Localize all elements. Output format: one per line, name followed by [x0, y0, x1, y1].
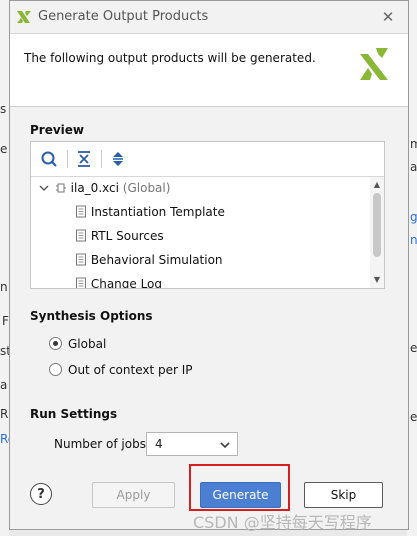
- jobs-label: Number of jobs:: [54, 437, 150, 451]
- chevron-down-icon: [220, 442, 230, 449]
- background-app-left-edge: [0, 0, 9, 536]
- bg-fragment: m: [410, 137, 417, 151]
- dialog-header: The following output products will be ge…: [10, 33, 408, 107]
- tree-item-label: Instantiation Template: [90, 205, 225, 219]
- jobs-dropdown[interactable]: 4: [146, 432, 238, 456]
- toolbar-separator: [67, 150, 68, 168]
- tree-item[interactable]: RTL Sources: [75, 225, 164, 247]
- scroll-down-icon[interactable]: ▼: [372, 275, 382, 285]
- bg-fragment: F: [2, 314, 9, 328]
- bg-fragment: a: [0, 378, 8, 392]
- radio-button-selected[interactable]: [49, 337, 62, 350]
- preview-heading: Preview: [30, 123, 85, 137]
- synthesis-options-heading: Synthesis Options: [30, 309, 153, 323]
- tree-root-ila-0[interactable]: ila_0.xci (Global): [39, 177, 170, 199]
- file-icon: [76, 205, 86, 218]
- preview-tree: ila_0.xci (Global) Instantiation Templat…: [31, 177, 370, 288]
- radio-out-of-context[interactable]: Out of context per IP: [49, 361, 193, 379]
- tree-root-scope: (Global): [122, 181, 171, 195]
- bg-fragment: g: [410, 210, 417, 224]
- bg-fragment: n: [0, 280, 8, 294]
- dialog-title: Generate Output Products: [38, 9, 209, 24]
- tree-item-label: Behavioral Simulation: [90, 253, 223, 267]
- jobs-value: 4: [155, 437, 163, 451]
- bg-fragment: a: [410, 160, 417, 174]
- file-icon: [76, 277, 86, 288]
- watermark-text: CSDN @坚持每天写程序: [193, 513, 372, 532]
- file-icon: [76, 253, 86, 266]
- tree-item-label: RTL Sources: [90, 229, 164, 243]
- run-settings-heading: Run Settings: [30, 407, 118, 421]
- tree-item[interactable]: Behavioral Simulation: [75, 249, 223, 271]
- bg-fragment: e: [410, 341, 417, 355]
- toolbar-separator: [101, 150, 102, 168]
- description-text: The following output products will be ge…: [24, 51, 316, 65]
- help-button[interactable]: ?: [30, 483, 52, 505]
- bg-fragment: s: [0, 102, 7, 116]
- tree-item[interactable]: Change Log: [75, 273, 162, 288]
- tree-item[interactable]: Instantiation Template: [75, 201, 225, 223]
- tree-root-label: ila_0.xci: [70, 181, 119, 195]
- radio-global[interactable]: Global: [49, 335, 106, 353]
- bg-fragment: n: [410, 233, 417, 247]
- preview-scrollbar[interactable]: ▲ ▼: [370, 177, 384, 288]
- collapse-all-icon[interactable]: [73, 149, 95, 169]
- preview-toolbar: [31, 142, 384, 177]
- bg-fragment: R: [0, 407, 9, 421]
- radio-button[interactable]: [49, 363, 62, 376]
- generate-button[interactable]: Generate: [200, 482, 281, 508]
- file-icon: [76, 229, 86, 242]
- vivado-logo-icon: [360, 48, 388, 80]
- apply-button[interactable]: Apply: [92, 482, 175, 508]
- chevron-down-icon[interactable]: [39, 183, 49, 193]
- ip-core-icon: [55, 183, 66, 193]
- radio-label-global: Global: [68, 337, 107, 351]
- generate-output-products-dialog: Generate Output Products ✕ The following…: [9, 0, 409, 532]
- bg-fragment: e: [0, 142, 8, 156]
- vivado-logo-icon: [17, 11, 31, 23]
- search-icon[interactable]: [39, 149, 61, 169]
- skip-button[interactable]: Skip: [304, 482, 383, 508]
- bg-fragment: e: [410, 410, 417, 424]
- radio-label-out-of-context: Out of context per IP: [68, 363, 193, 377]
- tree-item-label: Change Log: [90, 277, 163, 288]
- scroll-up-icon[interactable]: ▲: [372, 180, 382, 190]
- dialog-titlebar[interactable]: Generate Output Products ✕: [10, 1, 408, 33]
- expand-all-icon[interactable]: [107, 149, 129, 169]
- scrollbar-thumb[interactable]: [373, 193, 381, 257]
- preview-panel: ila_0.xci (Global) Instantiation Templat…: [30, 141, 385, 289]
- close-button[interactable]: ✕: [378, 7, 398, 27]
